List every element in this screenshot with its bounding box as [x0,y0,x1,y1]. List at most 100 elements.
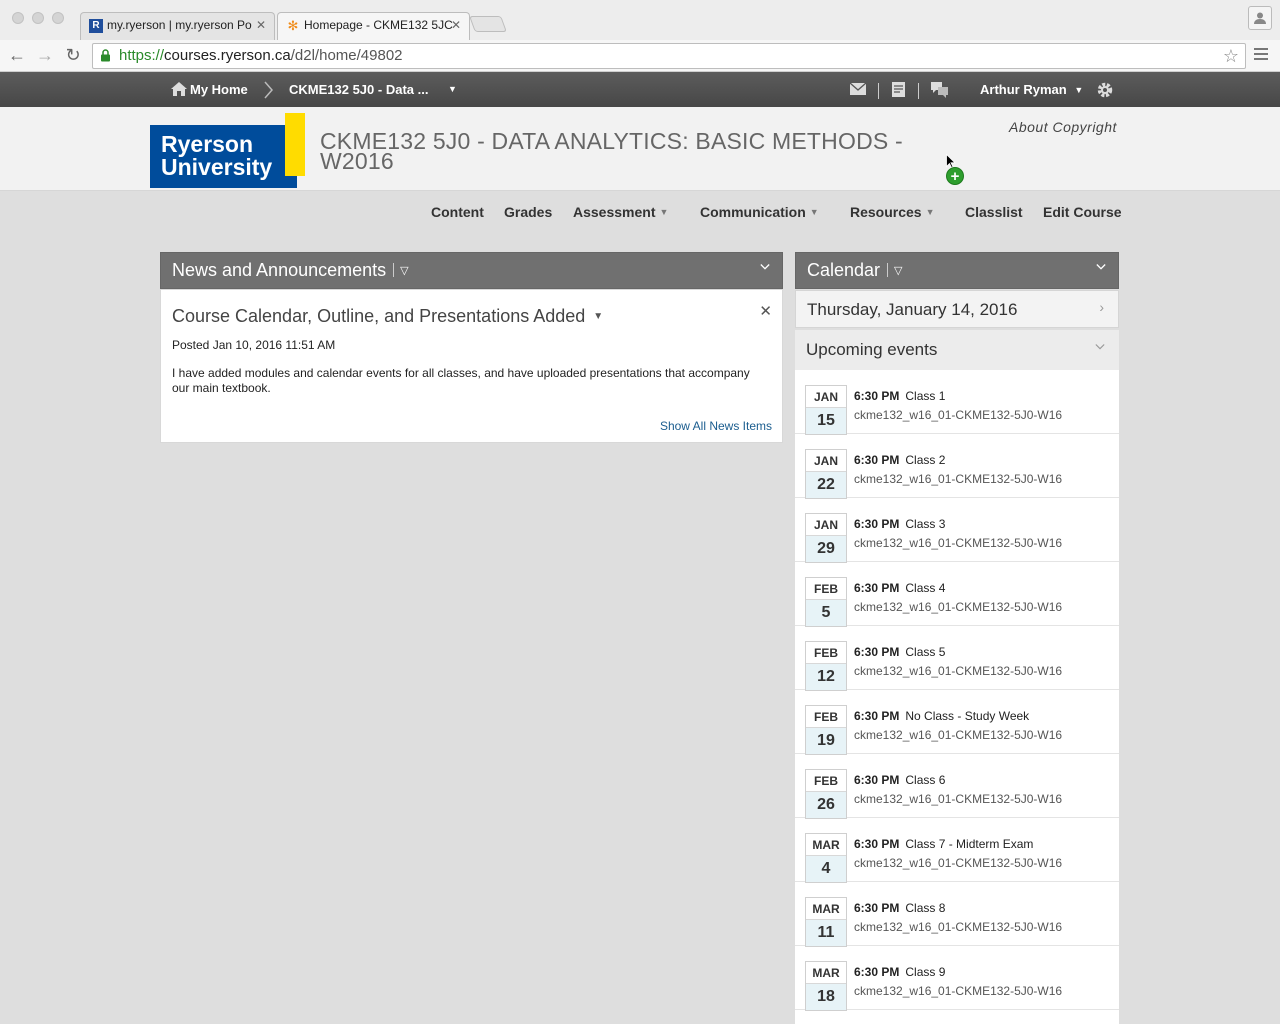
my-home-link[interactable]: My Home [171,82,248,97]
tab-close-icon[interactable]: ✕ [451,18,461,32]
news-item-menu-icon[interactable]: ▼ [593,311,603,322]
back-arrow-icon[interactable]: ← [6,44,28,66]
event-title-link[interactable]: Class 8 [905,901,945,915]
nav-content[interactable]: Content [431,204,484,220]
chevron-down-icon: ▼ [659,207,669,217]
nav-grades[interactable]: Grades [504,204,552,220]
event-title-link[interactable]: Class 9 [905,965,945,979]
event-date-badge: JAN 15 [805,385,847,435]
calendar-event[interactable]: FEB 12 6:30 PM Class 5 ckme132_w16_01-CKME13… [795,626,1119,691]
event-summary: 6:30 PM Class 5 [854,645,945,659]
event-title-link[interactable]: Class 7 - Midterm Exam [905,837,1033,851]
calendar-event[interactable]: JAN 29 6:30 PM Class 3 ckme132_w16_01-CKME13… [795,498,1119,563]
user-menu[interactable]: Arthur Ryman ▼ [980,82,1083,97]
tab-close-icon[interactable]: ✕ [256,18,266,32]
user-icon[interactable] [1248,6,1272,30]
event-course: ckme132_w16_01-CKME132-5J0-W16 [854,664,1063,678]
course-selector[interactable]: CKME132 5J0 - Data ... [289,82,428,97]
chevron-down-icon [1095,344,1105,350]
ryerson-logo[interactable]: Ryerson University [150,125,297,188]
event-month: FEB [806,706,846,728]
about-copyright-link[interactable]: About Copyright [1009,119,1117,135]
address-bar[interactable]: https://courses.ryerson.ca/d2l/home/4980… [92,43,1246,69]
event-time: 6:30 PM [854,389,900,403]
event-title-link[interactable]: Class 1 [905,389,945,403]
url-scheme: https:// [119,47,165,64]
event-title-link[interactable]: Class 4 [905,581,945,595]
event-date-badge: JAN 22 [805,449,847,499]
event-day: 19 [806,728,846,754]
browser-tab-homepage[interactable]: ✻ Homepage - CKME132 5JC ✕ [277,12,470,40]
calendar-current-date[interactable]: Thursday, January 14, 2016 › [795,290,1119,328]
event-month: MAR [806,898,846,920]
menu-icon[interactable] [1254,48,1268,63]
event-title-link[interactable]: Class 3 [905,517,945,531]
event-course: ckme132_w16_01-CKME132-5J0-W16 [854,856,1063,870]
event-day: 15 [806,408,846,434]
chevron-down-icon[interactable] [760,262,770,272]
url-path: /d2l/home/49802 [290,47,403,64]
calendar-event[interactable]: MAR 11 6:30 PM Class 8 ckme132_w16_01-CKME13… [795,882,1119,947]
chevron-right-icon[interactable]: › [1099,299,1104,315]
event-title-link[interactable]: No Class - Study Week [905,709,1029,723]
mail-icon[interactable] [849,81,867,100]
nav-classlist[interactable]: Classlist [965,204,1023,220]
event-date-badge: MAR 18 [805,961,847,1011]
window-minimize-button[interactable] [32,12,44,24]
event-date-badge: FEB 12 [805,641,847,691]
forward-arrow-icon[interactable]: → [34,44,56,66]
event-course: ckme132_w16_01-CKME132-5J0-W16 [854,920,1063,934]
browser-tab-myryerson[interactable]: R my.ryerson | my.ryerson Po ✕ [80,12,275,40]
close-icon[interactable]: ✕ [759,302,772,320]
event-time: 6:30 PM [854,709,900,723]
calendar-event[interactable]: FEB 26 6:30 PM Class 6 ckme132_w16_01-CKME13… [795,754,1119,819]
event-month: JAN [806,514,846,536]
event-summary: 6:30 PM Class 9 [854,965,945,979]
my-home-label: My Home [190,82,248,97]
gear-icon[interactable] [1096,81,1114,102]
course-selector-caret-icon[interactable]: ▼ [448,84,457,94]
event-month: FEB [806,770,846,792]
widget-menu-icon[interactable]: ▽ [894,265,902,277]
event-course: ckme132_w16_01-CKME132-5J0-W16 [854,472,1063,486]
chevron-right-icon [264,81,273,99]
event-course: ckme132_w16_01-CKME132-5J0-W16 [854,536,1063,550]
event-course: ckme132_w16_01-CKME132-5J0-W16 [854,408,1063,422]
news-body-text: I have added modules and calendar events… [172,366,750,395]
event-title-link[interactable]: Class 6 [905,773,945,787]
reload-icon[interactable]: ↻ [62,44,84,66]
event-title-link[interactable]: Class 2 [905,453,945,467]
d2l-favicon-icon: ✻ [287,18,299,33]
window-zoom-button[interactable] [52,12,64,24]
window-close-button[interactable] [12,12,24,24]
widget-menu-icon[interactable]: ▽ [400,265,408,277]
event-title-link[interactable]: Class 5 [905,645,945,659]
nav-assessment[interactable]: Assessment ▼ [573,204,668,220]
event-day: 18 [806,984,846,1010]
chevron-down-icon[interactable] [1096,262,1106,272]
nav-edit-course[interactable]: Edit Course [1043,204,1122,220]
event-time: 6:30 PM [854,773,900,787]
calendar-event[interactable]: JAN 22 6:30 PM Class 2 ckme132_w16_01-CKME13… [795,434,1119,499]
calendar-event[interactable]: FEB 19 6:30 PM No Class - Study Week ckme132… [795,690,1119,755]
nav-communication[interactable]: Communication ▼ [700,204,819,220]
tab-title: Homepage - CKME132 5JC [304,18,453,32]
event-month: MAR [806,962,846,984]
event-time: 6:30 PM [854,645,900,659]
new-tab-button[interactable] [469,16,507,32]
show-all-news-link[interactable]: Show All News Items [660,419,772,433]
divider [878,83,879,99]
star-icon[interactable]: ☆ [1223,44,1239,68]
nav-resources[interactable]: Resources ▼ [850,204,935,220]
divider [918,83,919,99]
calendar-event[interactable]: FEB 5 6:30 PM Class 4 ckme132_w16_01-CKME132… [795,562,1119,627]
calendar-event[interactable]: MAR 18 6:30 PM Class 9 ckme132_w16_01-CKME13… [795,946,1119,1011]
news-item-title[interactable]: Course Calendar, Outline, and Presentati… [172,306,603,327]
chevron-down-icon: ▼ [809,207,819,217]
upcoming-events-toggle[interactable]: Upcoming events [795,330,1119,370]
calendar-event[interactable]: MAR 4 6:30 PM Class 7 - Midterm Exam ckme132… [795,818,1119,883]
chat-icon[interactable] [930,81,949,101]
event-date-badge: FEB 19 [805,705,847,755]
checklist-icon[interactable] [890,81,908,101]
calendar-event[interactable]: JAN 15 6:30 PM Class 1 ckme132_w16_01-CKME13… [795,370,1119,435]
